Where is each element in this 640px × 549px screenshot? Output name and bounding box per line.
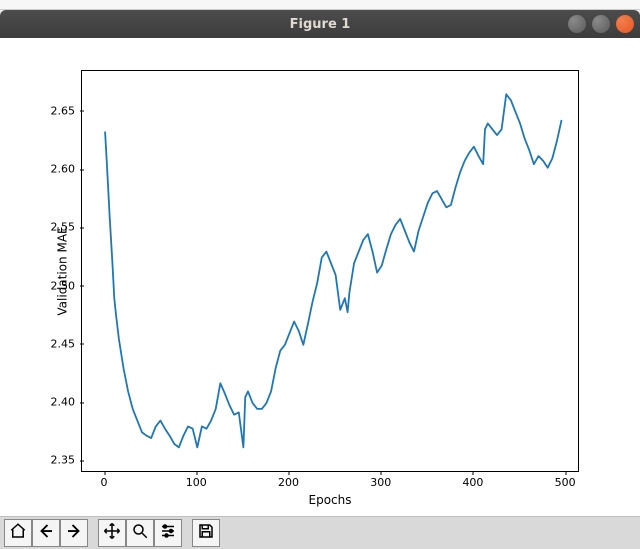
x-tick-label: 200 [278,476,299,489]
window-titlebar: Figure 1 [0,10,640,38]
magnify-icon [131,522,149,544]
y-tick-label: 2.35 [35,454,75,467]
save-button[interactable] [192,519,220,547]
window-controls [568,15,634,33]
x-tick-label: 500 [555,476,576,489]
arrow-left-icon [37,522,55,544]
y-tick-label: 2.60 [35,163,75,176]
x-tick-label: 0 [101,476,108,489]
move-icon [103,522,121,544]
forward-button[interactable] [60,519,88,547]
window-title: Figure 1 [6,17,634,32]
y-tick-label: 2.65 [35,104,75,117]
figure-canvas: 2.352.402.452.502.552.602.65 01002003004… [0,38,640,516]
pan-button[interactable] [98,519,126,547]
background-remnant [0,0,640,10]
x-tick-label: 100 [186,476,207,489]
plot-axes [81,70,579,472]
back-button[interactable] [32,519,60,547]
home-icon [9,522,27,544]
save-icon [197,522,215,544]
y-tick-label: 2.45 [35,337,75,350]
x-axis-label: Epochs [309,493,352,507]
sliders-icon [159,522,177,544]
window-maximize-button[interactable] [592,15,610,33]
window-close-button[interactable] [616,15,634,33]
line-plot [82,71,580,473]
arrow-right-icon [65,522,83,544]
home-button[interactable] [4,519,32,547]
zoom-button[interactable] [126,519,154,547]
y-axis-label: Validation MAE [56,226,70,315]
x-tick-label: 300 [370,476,391,489]
x-tick-label: 400 [462,476,483,489]
y-tick-label: 2.40 [35,396,75,409]
window-minimize-button[interactable] [568,15,586,33]
configure-subplots-button[interactable] [154,519,182,547]
matplotlib-toolbar [0,516,640,549]
